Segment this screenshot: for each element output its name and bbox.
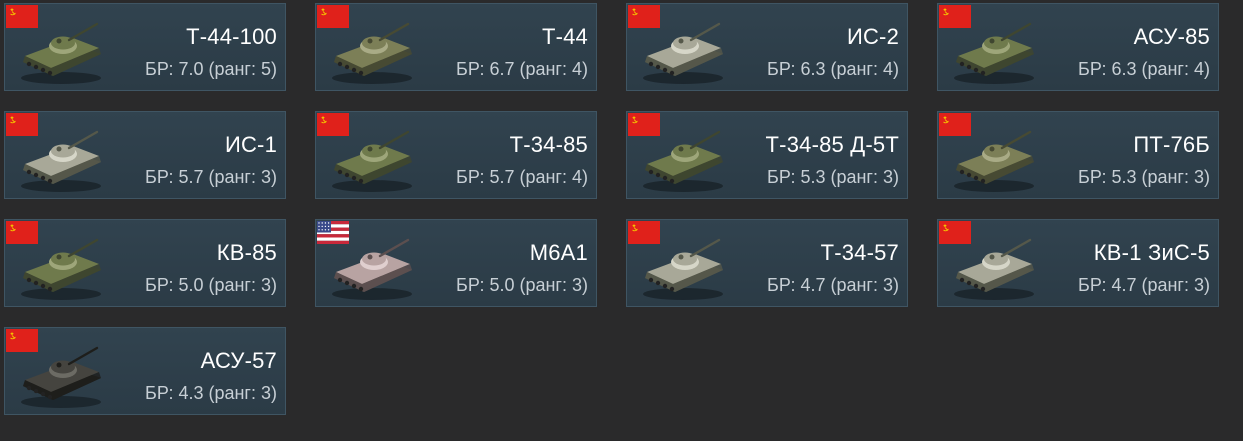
tank-icon bbox=[21, 238, 101, 300]
vehicle-card[interactable]: Т-44 БР: 6.7 (ранг: 4) bbox=[315, 3, 597, 91]
tank-icon bbox=[954, 238, 1034, 300]
vehicle-card[interactable]: ПТ-76Б БР: 5.3 (ранг: 3) bbox=[937, 111, 1219, 199]
vehicle-card[interactable]: ИС-1 БР: 5.7 (ранг: 3) bbox=[4, 111, 286, 199]
vehicle-battle-rating: БР: 6.3 (ранг: 4) bbox=[767, 59, 899, 79]
vehicle-battle-rating: БР: 5.7 (ранг: 3) bbox=[145, 167, 277, 187]
vehicle-battle-rating: БР: 5.3 (ранг: 3) bbox=[1078, 167, 1210, 187]
vehicle-card[interactable]: Т-34-85 Д-5Т БР: 5.3 (ранг: 3) bbox=[626, 111, 908, 199]
tank-icon bbox=[643, 22, 723, 84]
vehicle-battle-rating: БР: 5.3 (ранг: 3) bbox=[767, 167, 899, 187]
tank-icon bbox=[954, 130, 1034, 192]
tank-icon bbox=[332, 238, 412, 300]
vehicle-battle-rating: БР: 4.7 (ранг: 3) bbox=[767, 275, 899, 295]
tank-icon bbox=[332, 130, 412, 192]
vehicle-battle-rating: БР: 6.3 (ранг: 4) bbox=[1078, 59, 1210, 79]
vehicle-battle-rating: БР: 4.3 (ранг: 3) bbox=[145, 383, 277, 403]
vehicle-card[interactable]: M6A1 БР: 5.0 (ранг: 3) bbox=[315, 219, 597, 307]
vehicle-name: M6A1 bbox=[529, 240, 588, 265]
vehicle-name: ПТ-76Б bbox=[1133, 132, 1210, 157]
tank-icon bbox=[21, 130, 101, 192]
vehicle-card[interactable]: ИС-2 БР: 6.3 (ранг: 4) bbox=[626, 3, 908, 91]
vehicle-battle-rating: БР: 5.0 (ранг: 3) bbox=[145, 275, 277, 295]
vehicle-battle-rating: БР: 6.7 (ранг: 4) bbox=[456, 59, 588, 79]
tank-icon bbox=[643, 238, 723, 300]
vehicle-name: Т-34-85 Д-5Т bbox=[765, 132, 899, 157]
vehicle-card[interactable]: КВ-85 БР: 5.0 (ранг: 3) bbox=[4, 219, 286, 307]
vehicle-card[interactable]: Т-34-57 БР: 4.7 (ранг: 3) bbox=[626, 219, 908, 307]
vehicle-battle-rating: БР: 4.7 (ранг: 3) bbox=[1078, 275, 1210, 295]
tank-icon bbox=[21, 346, 101, 408]
tank-icon bbox=[643, 130, 723, 192]
tank-icon bbox=[21, 22, 101, 84]
vehicle-name: Т-44-100 bbox=[186, 24, 277, 49]
vehicle-card[interactable]: Т-34-85 БР: 5.7 (ранг: 4) bbox=[315, 111, 597, 199]
vehicle-name: КВ-85 bbox=[216, 240, 277, 265]
vehicle-card[interactable]: Т-44-100 БР: 7.0 (ранг: 5) bbox=[4, 3, 286, 91]
vehicle-card[interactable]: КВ-1 ЗиС-5 БР: 4.7 (ранг: 3) bbox=[937, 219, 1219, 307]
vehicle-name: Т-34-57 bbox=[820, 240, 899, 265]
vehicle-name: КВ-1 ЗиС-5 bbox=[1093, 240, 1210, 265]
tank-icon bbox=[332, 22, 412, 84]
vehicle-card[interactable]: АСУ-57 БР: 4.3 (ранг: 3) bbox=[4, 327, 286, 415]
vehicle-name: Т-34-85 bbox=[509, 132, 588, 157]
vehicle-battle-rating: БР: 5.7 (ранг: 4) bbox=[456, 167, 588, 187]
vehicle-name: ИС-1 bbox=[224, 132, 277, 157]
vehicle-grid: Т-44-100 БР: 7.0 (ранг: 5) Т-44 БР: 6.7 … bbox=[4, 3, 1243, 441]
vehicle-battle-rating: БР: 5.0 (ранг: 3) bbox=[456, 275, 588, 295]
vehicle-name: АСУ-57 bbox=[200, 348, 277, 373]
vehicle-card[interactable]: АСУ-85 БР: 6.3 (ранг: 4) bbox=[937, 3, 1219, 91]
vehicle-battle-rating: БР: 7.0 (ранг: 5) bbox=[145, 59, 277, 79]
tank-icon bbox=[954, 22, 1034, 84]
vehicle-name: Т-44 bbox=[541, 24, 588, 49]
vehicle-name: ИС-2 bbox=[846, 24, 899, 49]
vehicle-name: АСУ-85 bbox=[1133, 24, 1210, 49]
